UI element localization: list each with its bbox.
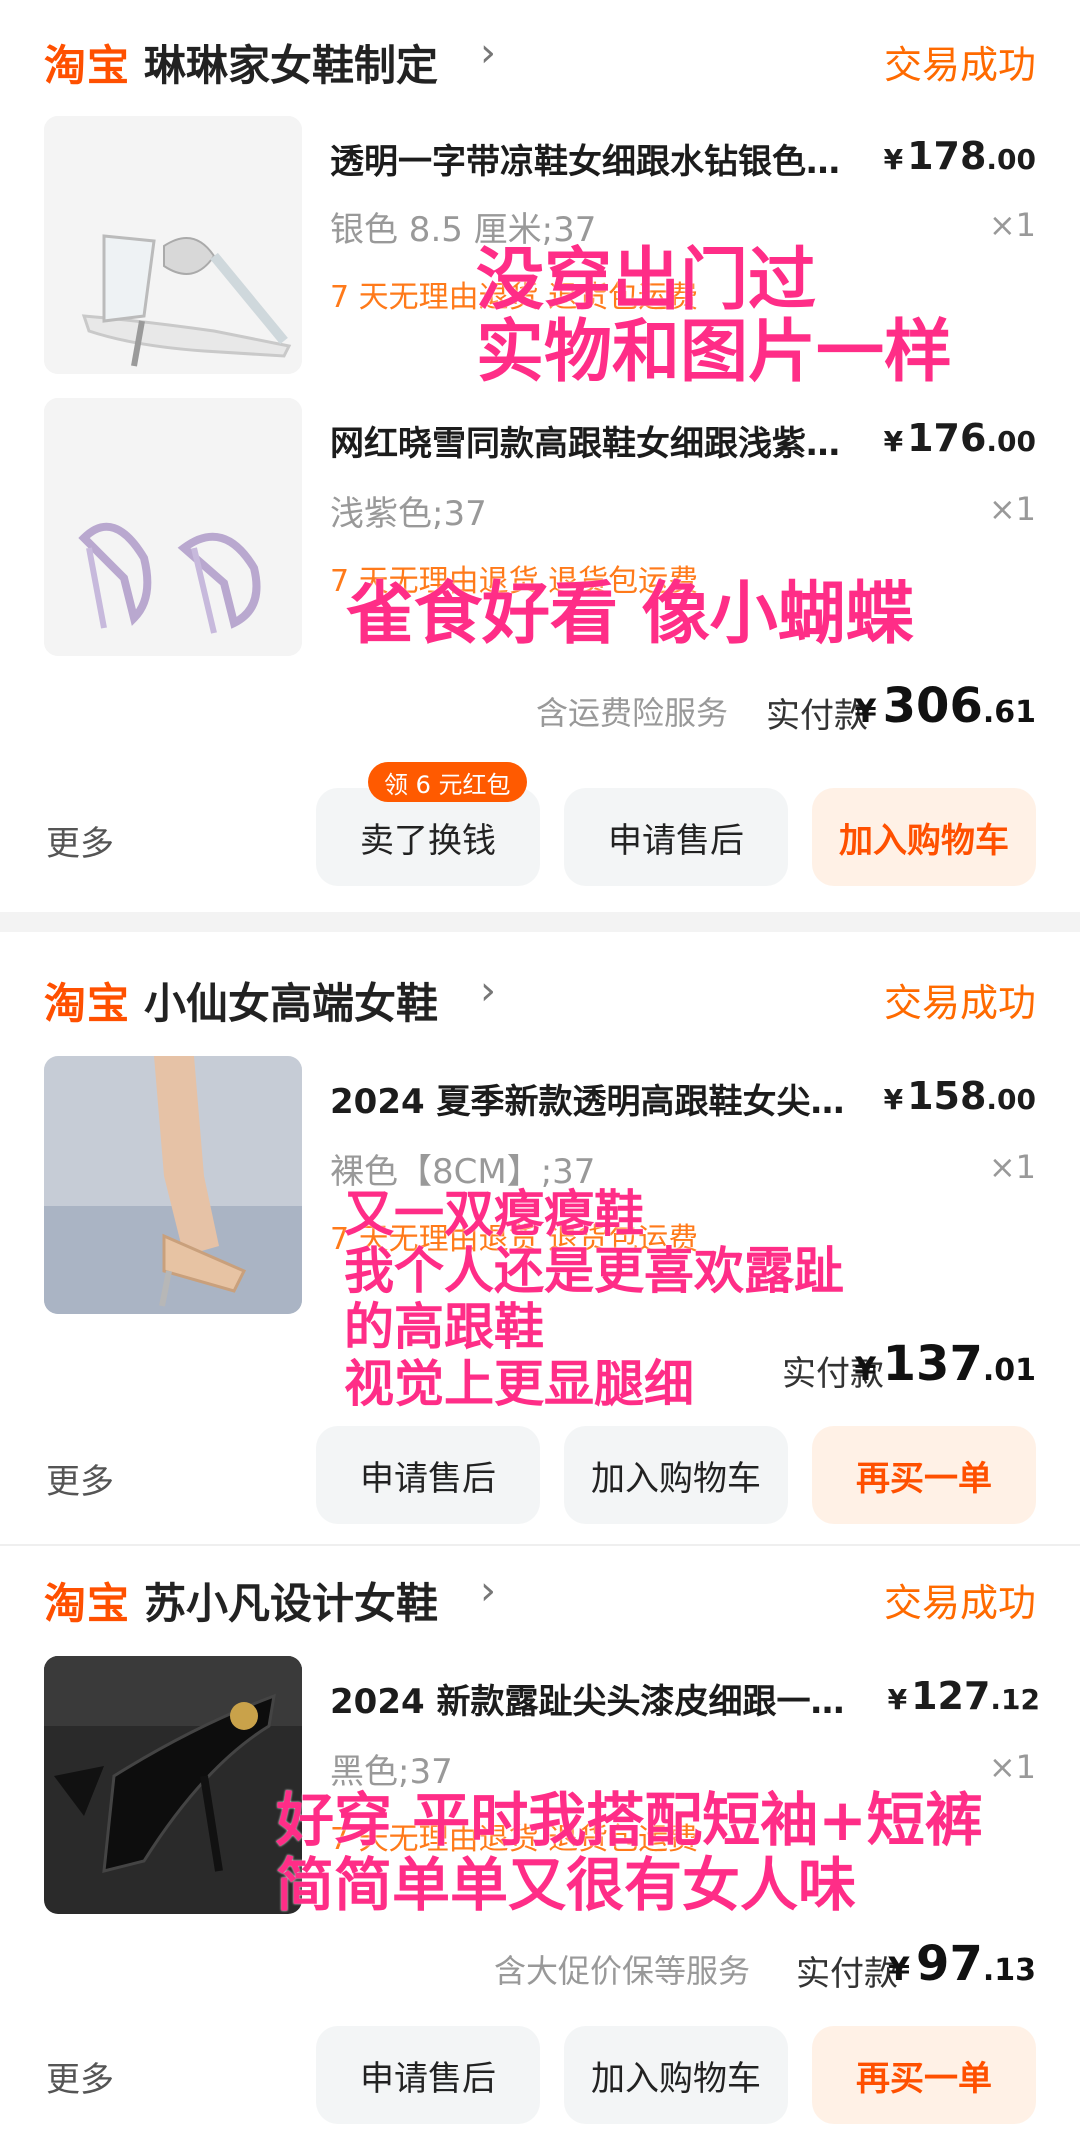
product-quantity: ×1: [988, 1748, 1036, 1786]
chevron-right-icon[interactable]: ›: [480, 968, 496, 1014]
silver-sandal-thumbnail: [44, 116, 302, 374]
order-status: 交易成功: [883, 1581, 1036, 1625]
annotation-line: 没穿出门过: [476, 241, 817, 320]
annotation-line: 我个人还是更喜欢露趾: [344, 1241, 844, 1300]
sell-button[interactable]: 卖了换钱: [316, 788, 540, 886]
annotation-note: 好穿 平时我搭配短袖+短裤 简简单单又很有女人味: [276, 1788, 983, 1918]
product-image[interactable]: [44, 1056, 302, 1314]
annotation-line: 的高跟鞋: [344, 1298, 544, 1356]
product-quantity: ×1: [988, 206, 1036, 244]
more-button[interactable]: 更多: [46, 2052, 114, 2101]
product-title[interactable]: 2024 夏季新款透明高跟鞋女尖头细跟: [330, 1074, 870, 1123]
more-button[interactable]: 更多: [46, 1454, 114, 1503]
taobao-logo: 淘宝: [44, 979, 131, 1028]
pay-total: ¥306.61: [854, 678, 1036, 734]
shop-name[interactable]: 苏小凡设计女鞋: [144, 1570, 438, 1631]
annotation-note: 又一双瘪瘪鞋 我个人还是更喜欢露趾 的高跟鞋 视觉上更显腿细: [344, 1186, 844, 1412]
order-status: 交易成功: [883, 43, 1036, 87]
annotation-line: 简简单单又很有女人味: [276, 1850, 857, 1919]
purple-sandal-thumbnail: [44, 398, 302, 656]
product-price: ¥178.00: [883, 134, 1036, 178]
annotation-note: 没穿出门过: [476, 241, 817, 320]
product-price: ¥158.00: [883, 1074, 1036, 1118]
product-title[interactable]: 透明一字带凉鞋女细跟水钻银色高跟鞋: [330, 134, 870, 183]
product-title[interactable]: 网红晓雪同款高跟鞋女细跟浅紫色凉鞋: [330, 416, 870, 465]
pay-label: 实付款: [796, 1954, 898, 1994]
product-price: ¥176.00: [883, 416, 1036, 460]
section-divider: [0, 1544, 1080, 1546]
shop-name[interactable]: 小仙女高端女鞋: [144, 970, 438, 1031]
add-to-cart-button[interactable]: 加入购物车: [812, 788, 1036, 886]
black-heel-thumbnail: [44, 1656, 302, 1914]
annotation-line: 雀食好看 像小蝴蝶: [346, 575, 914, 654]
service-text: 含运费险服务: [536, 694, 729, 732]
after-sales-button[interactable]: 申请售后: [316, 1426, 540, 1524]
add-to-cart-button[interactable]: 加入购物车: [564, 2026, 788, 2124]
product-sku: 浅紫色;37: [330, 494, 487, 534]
annotation-line: 好穿 平时我搭配短袖+短裤: [276, 1786, 983, 1854]
product-image[interactable]: [44, 1656, 302, 1914]
coupon-badge[interactable]: 领 6 元红包: [368, 762, 527, 802]
pay-total: ¥137.01: [854, 1336, 1036, 1392]
annotation-note: 实物和图片一样: [476, 313, 953, 392]
shop-name[interactable]: 琳琳家女鞋制定: [144, 32, 438, 93]
chevron-right-icon[interactable]: ›: [480, 30, 496, 76]
annotation-note: 雀食好看 像小蝴蝶: [346, 575, 914, 654]
annotation-line: 又一双瘪瘪鞋: [344, 1185, 644, 1243]
pay-total: ¥97.13: [887, 1936, 1036, 1992]
order-status: 交易成功: [883, 981, 1036, 1025]
clear-heel-thumbnail: [44, 1056, 302, 1314]
product-image[interactable]: [44, 398, 302, 656]
section-divider: [0, 912, 1080, 932]
more-button[interactable]: 更多: [46, 816, 114, 865]
service-text: 含大促价保等服务: [494, 1952, 751, 1990]
pay-label: 实付款: [766, 696, 868, 736]
buy-again-button[interactable]: 再买一单: [812, 1426, 1036, 1524]
product-title[interactable]: 2024 新款露趾尖头漆皮细跟一字带凉鞋: [330, 1674, 870, 1723]
annotation-line: 实物和图片一样: [476, 313, 953, 392]
chevron-right-icon[interactable]: ›: [480, 1568, 496, 1614]
product-price: ¥127.12: [887, 1674, 1040, 1718]
add-to-cart-button[interactable]: 加入购物车: [564, 1426, 788, 1524]
buy-again-button[interactable]: 再买一单: [812, 2026, 1036, 2124]
after-sales-button[interactable]: 申请售后: [316, 2026, 540, 2124]
product-quantity: ×1: [988, 1148, 1036, 1186]
after-sales-button[interactable]: 申请售后: [564, 788, 788, 886]
product-quantity: ×1: [988, 490, 1036, 528]
taobao-logo: 淘宝: [44, 41, 131, 90]
annotation-line: 视觉上更显腿细: [344, 1354, 694, 1413]
product-image[interactable]: [44, 116, 302, 374]
taobao-logo: 淘宝: [44, 1579, 131, 1628]
